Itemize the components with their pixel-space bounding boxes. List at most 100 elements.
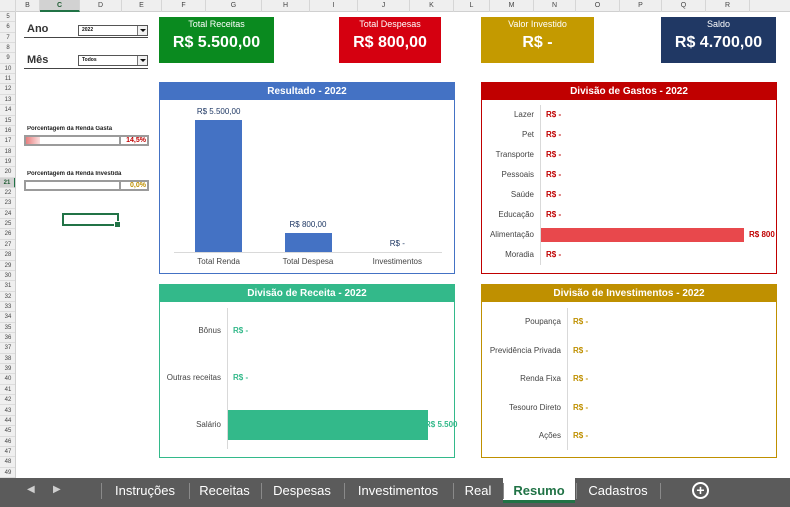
data-label: R$ 800 bbox=[749, 230, 775, 239]
row-header-36[interactable]: 36 bbox=[0, 333, 15, 344]
row-header-44[interactable]: 44 bbox=[0, 416, 15, 427]
row-header-10[interactable]: 10 bbox=[0, 64, 15, 75]
chart-gastos-plot: Lazer R$ - Pet R$ - Transporte R$ - Pessoais R$… bbox=[482, 100, 776, 273]
month-select[interactable]: Todos bbox=[78, 55, 148, 66]
row-header-40[interactable]: 40 bbox=[0, 374, 15, 385]
row-header-49[interactable]: 49 bbox=[0, 468, 15, 478]
row-header-42[interactable]: 42 bbox=[0, 395, 15, 406]
column-header-h[interactable]: H bbox=[262, 0, 310, 12]
row-header-37[interactable]: 37 bbox=[0, 343, 15, 354]
pct-gasta-fill bbox=[26, 137, 40, 144]
row-header-13[interactable]: 13 bbox=[0, 95, 15, 106]
tab-investimentos[interactable]: Investimentos bbox=[344, 478, 452, 503]
tab-real[interactable]: Real bbox=[453, 478, 503, 503]
chevron-down-icon[interactable] bbox=[137, 26, 147, 35]
row-header-20[interactable]: 20 bbox=[0, 167, 15, 178]
chart-resultado[interactable]: Resultado - 2022 R$ 5.500,00 Total Renda R… bbox=[159, 82, 455, 274]
chart-gastos[interactable]: Divisão de Gastos - 2022 Lazer R$ - Pet R$ … bbox=[481, 82, 777, 274]
row-header-26[interactable]: 26 bbox=[0, 229, 15, 240]
y-tick-label: Educação bbox=[498, 210, 534, 219]
year-select[interactable]: 2022 bbox=[78, 25, 148, 36]
row-header-14[interactable]: 14 bbox=[0, 105, 15, 116]
tab-scroll-right-icon[interactable]: ▶ bbox=[53, 484, 61, 495]
row-header-15[interactable]: 15 bbox=[0, 116, 15, 126]
tab-despesas[interactable]: Despesas bbox=[261, 478, 343, 503]
column-header-i[interactable]: I bbox=[310, 0, 358, 12]
column-header-a[interactable] bbox=[0, 0, 16, 12]
row-header-22[interactable]: 22 bbox=[0, 188, 15, 199]
column-header-e[interactable]: E bbox=[122, 0, 162, 12]
column-header-c[interactable]: C bbox=[40, 0, 80, 12]
chevron-down-icon[interactable] bbox=[137, 56, 147, 65]
row-header-47[interactable]: 47 bbox=[0, 447, 15, 458]
chart-receita[interactable]: Divisão de Receita - 2022 Bônus R$ - Outra… bbox=[159, 284, 458, 458]
row-header-38[interactable]: 38 bbox=[0, 354, 15, 365]
row-header-29[interactable]: 29 bbox=[0, 261, 15, 271]
row-header-28[interactable]: 28 bbox=[0, 250, 15, 261]
row-header-45[interactable]: 45 bbox=[0, 426, 15, 437]
row-header-30[interactable]: 30 bbox=[0, 271, 15, 282]
add-sheet-icon[interactable]: + bbox=[692, 482, 709, 499]
tab-cadastros[interactable]: Cadastros bbox=[576, 478, 660, 503]
y-axis-line bbox=[567, 307, 568, 451]
column-header: BCDEFGHIJKLMNOPQR bbox=[0, 0, 790, 12]
row-header-31[interactable]: 31 bbox=[0, 281, 15, 292]
row-header-12[interactable]: 12 bbox=[0, 84, 15, 95]
chart-investimentos[interactable]: Divisão de Investimentos - 2022 Poupança… bbox=[481, 284, 777, 458]
data-label: R$ 5.500 bbox=[425, 420, 458, 429]
column-header-f[interactable]: F bbox=[162, 0, 206, 12]
kpi-receitas-value: R$ 5.500,00 bbox=[172, 34, 261, 51]
column-header-r[interactable]: R bbox=[706, 0, 750, 12]
data-label: R$ - bbox=[573, 317, 589, 326]
pct-gasta-databar: 14,5% bbox=[24, 135, 149, 146]
column-header-k[interactable]: K bbox=[410, 0, 454, 12]
year-select-value: 2022 bbox=[82, 27, 94, 33]
kpi-saldo-title: Saldo bbox=[706, 19, 731, 29]
tab-receitas[interactable]: Receitas bbox=[189, 478, 260, 503]
row-header-9[interactable]: 9 bbox=[0, 53, 15, 64]
row-header-23[interactable]: 23 bbox=[0, 198, 15, 209]
row-header-41[interactable]: 41 bbox=[0, 385, 15, 396]
row-header-8[interactable]: 8 bbox=[0, 43, 15, 54]
column-header-d[interactable]: D bbox=[80, 0, 122, 12]
column-header-j[interactable]: J bbox=[358, 0, 410, 12]
row-header-34[interactable]: 34 bbox=[0, 312, 15, 323]
column-header-o[interactable]: O bbox=[576, 0, 620, 12]
selected-cell[interactable] bbox=[62, 213, 121, 228]
row-header-32[interactable]: 32 bbox=[0, 292, 15, 302]
column-header-l[interactable]: L bbox=[454, 0, 490, 12]
row-header-24[interactable]: 24 bbox=[0, 209, 15, 220]
row-header-43[interactable]: 43 bbox=[0, 406, 15, 416]
row-header-18[interactable]: 18 bbox=[0, 147, 15, 157]
row-header-39[interactable]: 39 bbox=[0, 364, 15, 375]
row-header-5[interactable]: 5 bbox=[0, 12, 15, 23]
row-header-16[interactable]: 16 bbox=[0, 126, 15, 137]
column-header-b[interactable]: B bbox=[16, 0, 40, 12]
data-label: R$ - bbox=[389, 239, 405, 248]
column-header-m[interactable]: M bbox=[490, 0, 534, 12]
column-header-n[interactable]: N bbox=[534, 0, 576, 12]
row-header-19[interactable]: 19 bbox=[0, 157, 15, 168]
row-header-27[interactable]: 27 bbox=[0, 240, 15, 251]
spreadsheet-window: BCDEFGHIJKLMNOPQR 5 6 7 8 9 10 11 12 13 14 15 16 17 1… bbox=[0, 0, 790, 507]
column-header-g[interactable]: G bbox=[206, 0, 262, 12]
row-header-17[interactable]: 17 bbox=[0, 136, 15, 147]
tab-resumo[interactable]: Resumo bbox=[503, 478, 575, 503]
bar-total-despesa bbox=[284, 232, 332, 252]
chart-investimentos-plot: Poupança R$ - Previdência Privada R$ - Renda… bbox=[482, 302, 776, 457]
row-header-35[interactable]: 35 bbox=[0, 323, 15, 333]
row-header-46[interactable]: 46 bbox=[0, 437, 15, 447]
column-header-q[interactable]: Q bbox=[662, 0, 706, 12]
row-header-6[interactable]: 6 bbox=[0, 22, 15, 33]
x-tick-label: Investimentos bbox=[372, 257, 422, 266]
row-header-21[interactable]: 21 bbox=[0, 177, 15, 189]
data-label: R$ 800,00 bbox=[289, 219, 327, 229]
row-header-25[interactable]: 25 bbox=[0, 219, 15, 230]
column-header-p[interactable]: P bbox=[620, 0, 662, 12]
tab-scroll-left-icon[interactable]: ◀ bbox=[27, 484, 35, 495]
row-header-11[interactable]: 11 bbox=[0, 74, 15, 85]
tab-instruções[interactable]: Instruções bbox=[101, 478, 189, 503]
row-header-33[interactable]: 33 bbox=[0, 302, 15, 313]
row-header-7[interactable]: 7 bbox=[0, 33, 15, 44]
row-header-48[interactable]: 48 bbox=[0, 457, 15, 468]
